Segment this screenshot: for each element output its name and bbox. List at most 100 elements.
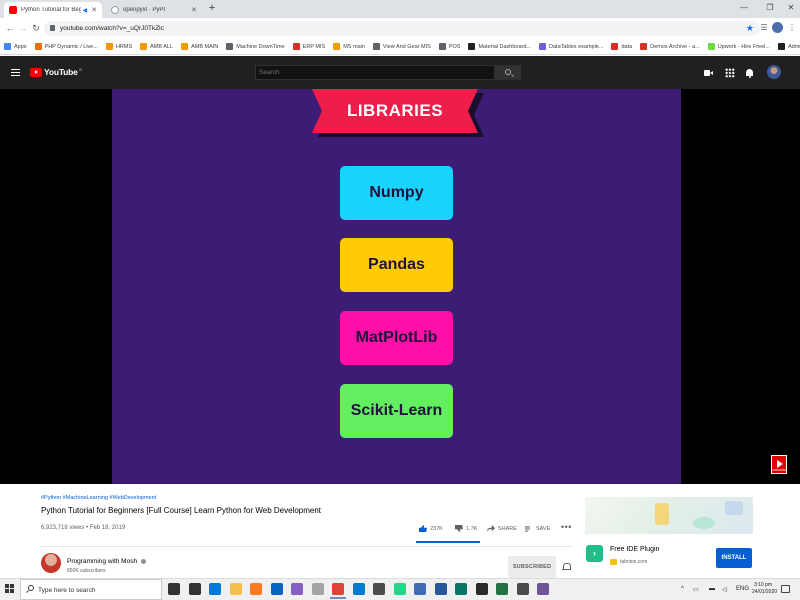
ad-title[interactable]: Free IDE Plugin — [610, 546, 659, 553]
visual-studio-icon[interactable] — [291, 583, 303, 595]
subscribed-button[interactable]: SUBSCRIBED — [508, 556, 556, 578]
dislike-count: 1.7K — [466, 525, 478, 532]
share-button[interactable]: SHARE — [487, 525, 517, 532]
bookmark-item[interactable]: POS — [438, 43, 460, 50]
bookmark-item[interactable]: AMB ALL — [140, 43, 173, 50]
verified-check-icon — [140, 558, 146, 564]
tabnine-plugin-icon[interactable]: › — [586, 545, 603, 562]
bookmark-item[interactable]: data — [611, 43, 632, 50]
extensions-icon[interactable]: ☰ — [758, 21, 770, 34]
taskbar-clock[interactable]: 3:10 pm 24/01/2020 — [752, 582, 777, 596]
youtube-logo-text: YouTube — [44, 67, 78, 77]
edge-icon[interactable] — [209, 583, 221, 595]
channel-name[interactable]: Programming with Mosh — [67, 558, 137, 565]
bookmark-item[interactable]: Demos Archive - a... — [640, 43, 700, 50]
word-icon[interactable] — [434, 583, 447, 595]
windows-start-icon[interactable] — [5, 584, 15, 594]
close-tab-icon[interactable]: ✕ — [91, 6, 97, 14]
new-tab-button[interactable]: + — [206, 2, 218, 15]
chrome-menu-icon[interactable]: ⋮ — [786, 21, 798, 34]
show-hidden-icons-icon[interactable]: ^ — [681, 586, 684, 592]
bookmark-item[interactable]: DataTables example... — [539, 43, 603, 50]
bookmark-item[interactable]: MS main — [333, 43, 365, 50]
file-explorer-icon[interactable] — [229, 583, 242, 595]
save-button[interactable]: SAVE — [525, 525, 550, 532]
more-actions-button[interactable]: ••• — [561, 522, 572, 532]
youtube-favicon-icon — [9, 6, 17, 14]
outlook-icon[interactable] — [270, 583, 283, 595]
forward-arrow-icon[interactable]: → — [16, 21, 30, 35]
bookmark-item[interactable]: Admin Menu — [777, 43, 800, 50]
address-bar[interactable]: youtube.com/watch?v=_uQrJ0TkZlc ★ — [44, 21, 760, 36]
task-view-icon[interactable] — [188, 583, 201, 595]
channel-name-row[interactable]: Programming with Mosh — [67, 558, 146, 565]
pycharm-icon[interactable] — [393, 583, 406, 595]
publisher-icon[interactable] — [455, 583, 467, 595]
notepad-icon[interactable] — [414, 583, 426, 595]
bookmark-icon — [292, 43, 300, 50]
hamburger-menu-icon[interactable] — [11, 69, 20, 76]
vscode-icon[interactable] — [352, 583, 365, 595]
bookmark-item[interactable]: Apps — [4, 43, 27, 50]
sql-server-icon[interactable] — [311, 583, 324, 595]
bookmark-star-icon[interactable]: ★ — [746, 22, 754, 34]
sublime-icon[interactable] — [373, 583, 385, 595]
paint-icon[interactable] — [475, 583, 488, 595]
video-player[interactable]: LIBRARIES Numpy Pandas MatPlotLib Scikit… — [0, 89, 800, 484]
youtube-search-input[interactable] — [255, 65, 495, 80]
address-url[interactable]: youtube.com/watch?v=_uQrJ0TkZlc — [60, 23, 164, 34]
browser-profile-avatar[interactable] — [772, 22, 783, 33]
ad-domain: tabnine.com — [620, 559, 648, 565]
browser-tab-strip: Python Tutorial for Beginners ◀ ✕ openpy… — [0, 0, 800, 18]
ad-install-button[interactable]: INSTALL — [716, 548, 752, 568]
bookmark-item[interactable]: PHP Dynamic / Live... — [34, 43, 98, 50]
chrome-icon[interactable] — [330, 583, 346, 599]
bookmark-label: HRMS — [115, 43, 133, 50]
battery-icon[interactable]: ▬ — [709, 586, 715, 592]
notifications-bell-icon[interactable] — [745, 68, 755, 78]
bookmark-item[interactable]: HRMS — [105, 43, 133, 50]
xampp-icon[interactable] — [250, 583, 262, 595]
tab-python-tutorial[interactable]: Python Tutorial for Beginners ◀ ✕ — [4, 2, 102, 18]
bookmark-item[interactable]: Material Dashboard... — [468, 43, 531, 50]
bookmark-icon — [105, 43, 113, 50]
bookmark-item[interactable]: ERP MIS — [292, 43, 325, 50]
channel-notification-bell-icon[interactable] — [562, 563, 571, 572]
input-language[interactable]: ENG — [736, 586, 749, 592]
close-tab-icon[interactable]: ✕ — [191, 6, 197, 14]
create-video-icon[interactable] — [704, 68, 714, 78]
github-desktop-icon[interactable] — [537, 583, 549, 595]
youtube-apps-icon[interactable] — [725, 68, 735, 78]
channel-watermark-icon[interactable]: SUBSCRIBE — [771, 455, 787, 474]
reload-icon[interactable]: ↻ — [29, 21, 43, 35]
bookmark-item[interactable]: Upwork - Hire Freel... — [707, 43, 770, 50]
video-hashtags[interactable]: #Python #MachineLearning #WebDevelopment — [41, 495, 156, 501]
bookmarks-bar: Apps PHP Dynamic / Live... HRMS AMB ALL AMB … — [0, 39, 800, 55]
taskbar-search-box[interactable]: Type here to search — [20, 579, 162, 600]
volume-icon[interactable]: ◁ — [722, 586, 727, 593]
camera-app-icon[interactable] — [516, 583, 529, 595]
minimize-window-button[interactable]: — — [731, 0, 757, 17]
bookmark-item[interactable]: AMB MAIN — [181, 43, 218, 50]
cortana-icon[interactable] — [168, 583, 180, 595]
bookmark-item[interactable]: View And Gear MIS — [372, 43, 431, 50]
youtube-account-avatar[interactable] — [767, 65, 781, 79]
close-window-button[interactable]: ✕ — [778, 0, 800, 17]
excel-icon[interactable] — [496, 583, 508, 595]
bookmark-label: data — [621, 43, 633, 50]
channel-watermark-text: SUBSCRIBE — [772, 469, 787, 472]
video-frame[interactable]: LIBRARIES Numpy Pandas MatPlotLib Scikit… — [112, 89, 681, 484]
bookmark-label: Upwork - Hire Freel... — [717, 43, 770, 50]
channel-avatar[interactable] — [41, 553, 61, 573]
like-button[interactable]: 237K — [419, 525, 443, 532]
ad-banner-image[interactable] — [585, 497, 753, 534]
tab-openpyxl[interactable]: openpyxl · PyPI ✕ — [106, 2, 202, 18]
youtube-logo[interactable]: YouTube IN — [30, 67, 82, 77]
playlist-add-icon — [525, 526, 530, 532]
network-icon[interactable]: ▭ — [693, 586, 699, 593]
action-center-icon[interactable] — [781, 585, 790, 593]
dislike-button[interactable]: 1.7K — [455, 525, 477, 532]
bookmark-item[interactable]: Machine DownTime — [226, 43, 285, 50]
youtube-search-button[interactable] — [495, 65, 521, 80]
back-arrow-icon[interactable]: ← — [3, 21, 17, 35]
